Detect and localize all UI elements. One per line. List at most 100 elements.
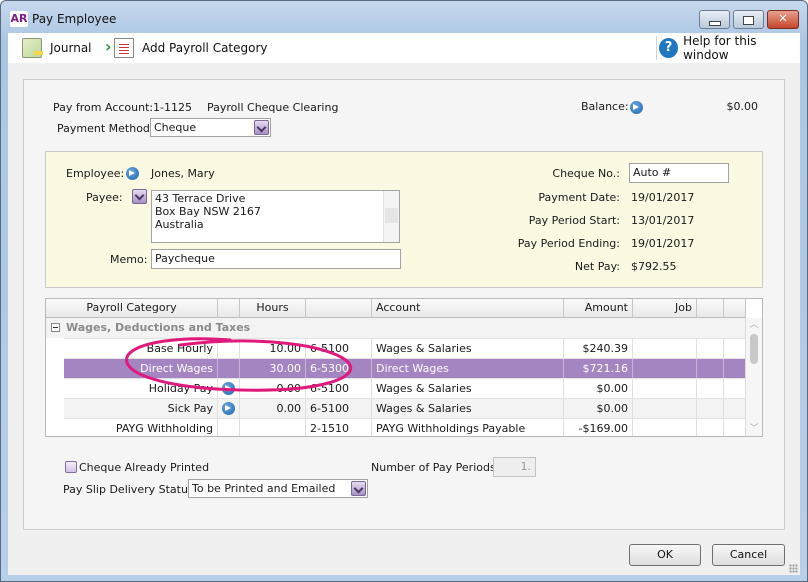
employee-value: Jones, Mary — [151, 167, 215, 180]
payment-method-value: Cheque — [154, 121, 197, 134]
column-header-amount[interactable]: Amount — [564, 299, 633, 318]
resize-grip[interactable] — [789, 564, 798, 573]
add-payroll-category-button[interactable]: Add Payroll Category — [105, 37, 268, 59]
column-header-extra-1[interactable] — [697, 299, 724, 318]
cell-hours[interactable]: 30.00 — [240, 359, 306, 378]
cell-extra-2 — [724, 379, 746, 398]
cheque-no-value: Auto # — [633, 166, 672, 179]
cell-arrow — [218, 339, 240, 358]
cell-account-number[interactable]: 6-5100 — [306, 339, 372, 358]
cell-job[interactable] — [633, 359, 697, 378]
table-row[interactable]: Direct Wages 30.00 6-5300 Direct Wages $721.… — [64, 358, 746, 378]
payee-dropdown-button[interactable] — [132, 189, 147, 204]
title-bar[interactable]: AR Pay Employee ✕ — [1, 1, 807, 33]
balance-detail-arrow-icon[interactable] — [630, 101, 643, 114]
table-row[interactable]: Sick Pay 0.00 6-5100 Wages & Salaries $0.00 — [64, 398, 746, 418]
minimize-button[interactable] — [699, 10, 730, 29]
pay-period-ending-value[interactable]: 19/01/2017 — [631, 237, 694, 250]
cell-hours[interactable] — [240, 419, 306, 436]
payment-date-value[interactable]: 19/01/2017 — [631, 191, 694, 204]
cell-amount[interactable]: $0.00 — [564, 379, 633, 398]
toolbar-separator — [656, 36, 657, 60]
pay-employee-window: AR Pay Employee ✕ Journal Add Payroll Ca… — [0, 0, 808, 582]
pay-from-account-number: 1-1125 — [153, 101, 192, 114]
cell-account-number[interactable]: 6-5100 — [306, 399, 372, 418]
scroll-down-icon[interactable]: ﹀ — [746, 422, 762, 436]
payment-date-label: Payment Date: — [538, 191, 620, 204]
column-header-account-number[interactable] — [306, 299, 372, 318]
cell-account-number[interactable]: 2-1510 — [306, 419, 372, 436]
ok-button[interactable]: OK — [629, 544, 701, 566]
grid-scrollbar[interactable]: ︿ ﹀ — [745, 318, 762, 436]
grid-header: Payroll Category Hours Account Amount Jo… — [46, 299, 746, 318]
table-row[interactable]: PAYG Withholding 2-1510 PAYG Withholdings … — [64, 418, 746, 436]
cell-account[interactable]: PAYG Withholdings Payable — [372, 419, 564, 436]
add-payroll-category-label: Add Payroll Category — [142, 41, 268, 55]
payee-address-field[interactable]: 43 Terrace Drive Box Bay NSW 2167 Austra… — [151, 190, 400, 243]
cell-hours[interactable]: 0.00 — [240, 379, 306, 398]
cell-account[interactable]: Wages & Salaries — [372, 399, 564, 418]
cell-job[interactable] — [633, 339, 697, 358]
cheque-already-printed-checkbox[interactable] — [65, 461, 77, 473]
cell-amount[interactable]: $721.16 — [564, 359, 633, 378]
cell-job[interactable] — [633, 379, 697, 398]
column-header-arrow[interactable] — [218, 299, 240, 318]
close-button[interactable]: ✕ — [767, 10, 799, 29]
column-header-payroll-category[interactable]: Payroll Category — [46, 299, 218, 318]
cell-amount[interactable]: $240.39 — [564, 339, 633, 358]
cell-extra-2 — [724, 399, 746, 418]
add-category-icon — [105, 37, 134, 58]
group-label: Wages, Deductions and Taxes — [66, 321, 251, 334]
address-line-2: Box Bay NSW 2167 — [155, 205, 261, 218]
help-button[interactable]: ? Help for this window — [659, 34, 800, 62]
cancel-button[interactable]: Cancel — [712, 544, 785, 566]
table-row[interactable]: Holiday Pay 0.00 6-5100 Wages & Salaries $0.… — [64, 378, 746, 398]
cell-payroll-category: Direct Wages — [64, 359, 218, 378]
column-header-hours[interactable]: Hours — [240, 299, 306, 318]
employee-detail-arrow-icon[interactable] — [126, 167, 139, 180]
scroll-thumb[interactable] — [750, 334, 758, 364]
cell-account[interactable]: Wages & Salaries — [372, 379, 564, 398]
pay-from-label: Pay from Account: — [53, 101, 154, 114]
chevron-down-icon[interactable] — [254, 120, 269, 135]
close-icon: ✕ — [778, 12, 788, 25]
address-scrollbar[interactable] — [383, 191, 399, 242]
detail-arrow-icon[interactable] — [222, 382, 235, 395]
cell-extra-1 — [697, 419, 724, 436]
cell-extra-2 — [724, 359, 746, 378]
maximize-button[interactable] — [733, 10, 764, 29]
pay-from-account-name: Payroll Cheque Clearing — [207, 101, 339, 114]
cheque-no-input[interactable]: Auto # — [629, 163, 729, 183]
payment-method-select[interactable]: Cheque — [150, 118, 271, 137]
number-of-pay-periods-input[interactable]: 1. — [493, 457, 536, 477]
cell-job[interactable] — [633, 399, 697, 418]
memo-input[interactable]: Paycheque — [151, 249, 401, 269]
memo-value: Paycheque — [155, 252, 215, 265]
cell-hours[interactable]: 10.00 — [240, 339, 306, 358]
column-header-extra-2[interactable] — [724, 299, 746, 318]
cell-amount[interactable]: -$169.00 — [564, 419, 633, 436]
pay-period-start-value[interactable]: 13/01/2017 — [631, 214, 694, 227]
number-of-pay-periods-label: Number of Pay Periods: — [371, 461, 500, 474]
cell-job[interactable] — [633, 419, 697, 436]
cell-payroll-category: PAYG Withholding — [64, 419, 218, 436]
pay-slip-delivery-select[interactable]: To be Printed and Emailed — [188, 479, 368, 498]
scroll-up-icon[interactable]: ︿ — [746, 318, 762, 332]
column-header-job[interactable]: Job — [633, 299, 697, 318]
column-header-account[interactable]: Account — [372, 299, 564, 318]
table-row[interactable]: Base Hourly 10.00 6-5100 Wages & Salaries $2… — [64, 338, 746, 358]
chevron-down-icon[interactable] — [351, 481, 366, 496]
cheque-already-printed-label[interactable]: Cheque Already Printed — [79, 461, 209, 474]
scroll-thumb[interactable] — [385, 208, 398, 223]
number-of-pay-periods-value: 1. — [520, 460, 532, 473]
detail-arrow-icon[interactable] — [222, 402, 235, 415]
cell-account[interactable]: Direct Wages — [372, 359, 564, 378]
cell-extra-2 — [724, 339, 746, 358]
cell-account-number[interactable]: 6-5100 — [306, 379, 372, 398]
collapse-icon[interactable] — [51, 323, 60, 332]
cell-account-number[interactable]: 6-5300 — [306, 359, 372, 378]
journal-button[interactable]: Journal — [22, 37, 92, 59]
cell-account[interactable]: Wages & Salaries — [372, 339, 564, 358]
cell-amount[interactable]: $0.00 — [564, 399, 633, 418]
cell-hours[interactable]: 0.00 — [240, 399, 306, 418]
